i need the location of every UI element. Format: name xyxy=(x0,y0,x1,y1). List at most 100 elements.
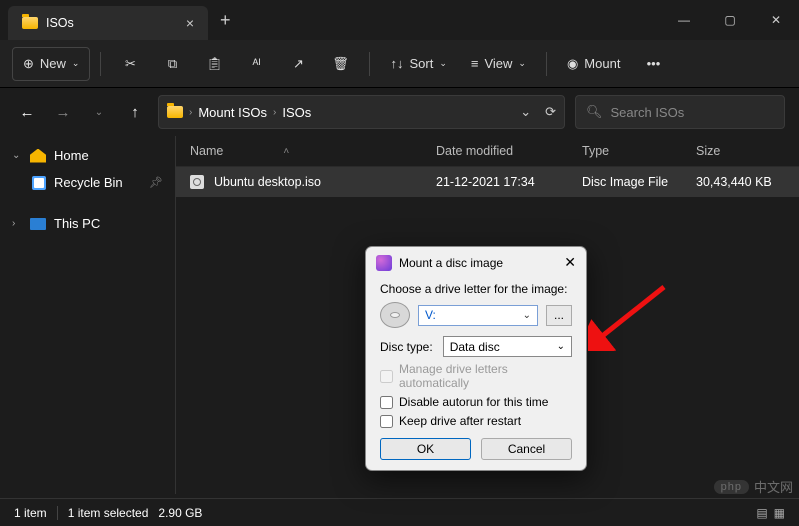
chk-manage-letters: Manage drive letters automatically xyxy=(380,362,572,390)
cancel-button[interactable]: Cancel xyxy=(481,438,572,460)
sidebar-label: This PC xyxy=(54,216,100,231)
window-controls: — ▢ ✕ xyxy=(661,0,799,40)
sort-indicator-icon: ˄ xyxy=(283,146,289,157)
folder-icon xyxy=(167,106,183,118)
window-tab[interactable]: ISOs × xyxy=(8,6,208,40)
breadcrumb-dropdown[interactable]: ⌄ xyxy=(520,104,531,120)
disc-icon: ◉ xyxy=(567,56,578,72)
status-selected: 1 item selected xyxy=(68,506,149,520)
watermark-logo: php xyxy=(714,480,749,494)
chevron-down-icon: ⌄ xyxy=(439,58,447,69)
pin-icon: 📌︎ xyxy=(149,176,163,189)
col-size[interactable]: Size xyxy=(696,144,785,158)
copy-button[interactable]: ⧉ xyxy=(153,47,191,81)
app-icon xyxy=(376,255,392,271)
drive-letter-select[interactable]: V: ⌄ xyxy=(418,305,538,326)
refresh-button[interactable]: ⟳ xyxy=(545,104,556,120)
status-size: 2.90 GB xyxy=(158,506,202,520)
paste-button[interactable]: 📋︎ xyxy=(195,47,233,81)
back-button[interactable]: ← xyxy=(14,104,40,121)
breadcrumb[interactable]: › Mount ISOs › ISOs ⌄ ⟳ xyxy=(158,95,565,129)
trash-icon: 🗑︎ xyxy=(332,56,349,72)
up-button[interactable]: ↑ xyxy=(122,104,148,121)
crumb-item[interactable]: Mount ISOs xyxy=(198,105,267,120)
mount-button[interactable]: ◉ Mount xyxy=(557,47,630,81)
new-button[interactable]: ⊕ New ⌄ xyxy=(12,47,90,81)
forward-button[interactable]: → xyxy=(50,104,76,121)
view-icon: ≡ xyxy=(471,56,479,71)
col-name[interactable]: Name˄ xyxy=(190,144,436,158)
file-date: 21-12-2021 17:34 xyxy=(436,175,582,189)
watermark: php 中文网 xyxy=(714,477,793,496)
sidebar-item-home[interactable]: ⌄ Home xyxy=(0,142,175,169)
file-size: 30,43,440 KB xyxy=(696,175,785,189)
disc-type-label: Disc type: xyxy=(380,340,433,354)
clipboard-icon: 📋︎ xyxy=(206,56,223,72)
chevron-down-icon: ⌄ xyxy=(557,341,565,352)
file-row[interactable]: Ubuntu desktop.iso 21-12-2021 17:34 Disc… xyxy=(176,167,799,197)
search-placeholder: Search ISOs xyxy=(611,105,685,120)
rename-button[interactable]: ᴬᴵ xyxy=(237,47,275,81)
sidebar-item-thispc[interactable]: › This PC xyxy=(0,210,175,237)
choose-label: Choose a drive letter for the image: xyxy=(380,282,572,296)
crumb-item[interactable]: ISOs xyxy=(282,105,311,120)
sort-icon: ↑↓ xyxy=(390,56,403,71)
chk-disable-autorun[interactable]: Disable autorun for this time xyxy=(380,395,572,409)
sort-label: Sort xyxy=(409,56,433,71)
separator xyxy=(369,52,370,76)
details-view-button[interactable]: ▤ xyxy=(756,506,767,520)
file-name: Ubuntu desktop.iso xyxy=(214,175,321,189)
thumbnails-view-button[interactable]: ▦ xyxy=(774,506,785,520)
status-count: 1 item xyxy=(14,506,47,520)
disc-icon xyxy=(380,302,410,328)
share-button[interactable]: ↗ xyxy=(279,47,317,81)
separator xyxy=(546,52,547,76)
folder-icon xyxy=(22,17,38,29)
close-button[interactable]: ✕ xyxy=(753,0,799,40)
search-box[interactable]: 🔍︎ Search ISOs xyxy=(575,95,785,129)
share-icon: ↗ xyxy=(293,56,304,72)
close-icon[interactable]: ✕ xyxy=(564,254,576,271)
status-bar: 1 item 1 item selected 2.90 GB ▤ ▦ xyxy=(0,498,799,526)
copy-icon: ⧉ xyxy=(168,56,177,72)
browse-button[interactable]: ... xyxy=(546,305,572,326)
close-tab-icon[interactable]: × xyxy=(186,15,194,31)
iso-file-icon xyxy=(190,175,204,189)
col-type[interactable]: Type xyxy=(582,144,696,158)
recent-dropdown[interactable]: ⌄ xyxy=(86,107,112,118)
chevron-down-icon: ⌄ xyxy=(518,58,526,69)
ellipsis-icon: ••• xyxy=(647,56,661,71)
cut-button[interactable]: ✂ xyxy=(111,47,149,81)
mount-label: Mount xyxy=(584,56,620,71)
sidebar-item-recycle[interactable]: Recycle Bin 📌︎ xyxy=(0,169,175,196)
sidebar: ⌄ Home Recycle Bin 📌︎ › This PC xyxy=(0,136,176,494)
mount-dialog: Mount a disc image ✕ Choose a drive lett… xyxy=(365,246,587,471)
search-icon: 🔍︎ xyxy=(586,104,603,120)
column-headers: Name˄ Date modified Type Size xyxy=(176,136,799,167)
disc-type-select[interactable]: Data disc ⌄ xyxy=(443,336,572,357)
tab-title: ISOs xyxy=(46,16,74,30)
nav-row: ← → ⌄ ↑ › Mount ISOs › ISOs ⌄ ⟳ 🔍︎ Searc… xyxy=(0,88,799,136)
checkbox xyxy=(380,370,393,383)
delete-button[interactable]: 🗑︎ xyxy=(321,47,359,81)
maximize-button[interactable]: ▢ xyxy=(707,0,753,40)
more-button[interactable]: ••• xyxy=(634,47,672,81)
scissors-icon: ✂ xyxy=(125,56,136,72)
checkbox[interactable] xyxy=(380,396,393,409)
sort-button[interactable]: ↑↓ Sort ⌄ xyxy=(380,47,456,81)
sidebar-label: Recycle Bin xyxy=(54,175,123,190)
dialog-titlebar: Mount a disc image ✕ xyxy=(366,247,586,278)
view-label: View xyxy=(484,56,512,71)
recycle-bin-icon xyxy=(32,176,46,190)
col-date[interactable]: Date modified xyxy=(436,144,582,158)
ok-button[interactable]: OK xyxy=(380,438,471,460)
separator xyxy=(57,506,58,520)
checkbox[interactable] xyxy=(380,415,393,428)
view-button[interactable]: ≡ View ⌄ xyxy=(461,47,536,81)
watermark-text: 中文网 xyxy=(754,477,793,496)
new-tab-button[interactable]: + xyxy=(220,10,231,31)
minimize-button[interactable]: — xyxy=(661,0,707,40)
chevron-down-icon: ⌄ xyxy=(523,310,531,321)
separator xyxy=(100,52,101,76)
chk-keep-drive[interactable]: Keep drive after restart xyxy=(380,414,572,428)
